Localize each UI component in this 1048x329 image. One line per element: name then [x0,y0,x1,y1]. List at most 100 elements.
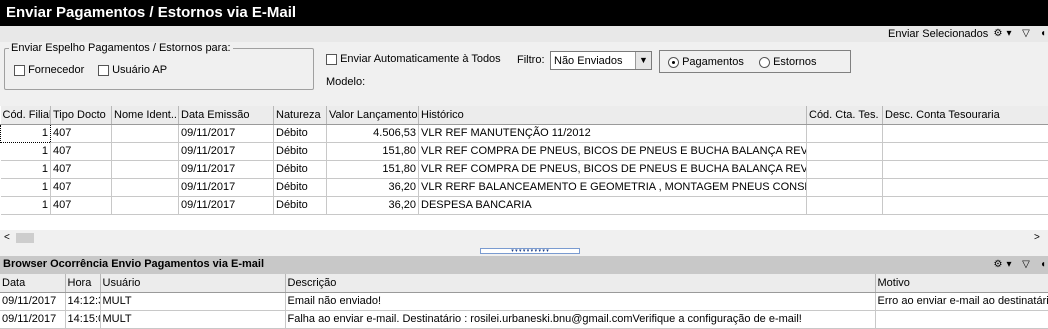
arrow-right-icon[interactable]: > [1034,232,1040,243]
cell[interactable]: 407 [50,178,112,197]
col-header[interactable]: Hora [65,274,101,293]
usuario-ap-checkbox[interactable]: Usuário AP [98,64,167,76]
cell[interactable]: MULT [100,310,286,329]
cell[interactable]: 151,80 [326,160,419,179]
cell[interactable]: Erro ao enviar e-mail ao destinatário [875,292,1048,311]
table-row[interactable]: 1 407 09/11/2017 Débito 151,80 VLR REF C… [0,160,1048,179]
filter-icon[interactable]: ▽ [1020,26,1032,42]
arrow-left-icon[interactable]: < [4,232,10,243]
cell[interactable]: 407 [50,124,112,143]
panel-splitter[interactable]: ▾ ▾ ▾ ▾ ▾ ▾ ▾ ▾ ▾ ▾ [0,246,1048,256]
cell[interactable] [111,124,179,143]
cell[interactable]: 1 [0,196,51,215]
cell[interactable]: 09/11/2017 [178,160,274,179]
cell[interactable]: VLR RERF BALANCEAMENTO E GEOMETRIA , MON… [418,178,807,197]
table-row[interactable]: 1 407 09/11/2017 Débito 36,20 DESPESA BA… [0,196,1048,215]
cell[interactable]: Débito [273,124,327,143]
cell[interactable]: 407 [50,142,112,161]
table-row[interactable]: 09/11/2017 14:15:0 MULT Falha ao enviar … [0,310,1048,329]
col-header[interactable]: Data Emissão [178,106,274,125]
cell[interactable]: 14:15:0 [65,310,101,329]
cell[interactable]: Débito [273,142,327,161]
cell[interactable]: MULT [100,292,286,311]
usuario-ap-label: Usuário AP [112,64,168,76]
cell[interactable] [806,142,883,161]
cell[interactable]: VLR REF COMPRA DE PNEUS, BICOS DE PNEUS … [418,142,807,161]
cell[interactable]: 1 [0,160,51,179]
grid-horizontal-scrollbar[interactable]: < > [0,230,1048,246]
col-header[interactable]: Natureza [273,106,327,125]
cell[interactable]: 36,20 [326,196,419,215]
cell[interactable]: DESPESA BANCARIA [418,196,807,215]
col-header[interactable]: Valor Lançamento [326,106,419,125]
scrollbar-thumb[interactable] [16,233,34,243]
col-header[interactable]: Histórico [418,106,807,125]
auto-send-checkbox[interactable]: Enviar Automaticamente à Todos [326,53,501,65]
col-header[interactable]: Cód. Cta. Tes. [806,106,883,125]
cell[interactable]: 1 [0,123,51,143]
clear-filter-icon[interactable]: ◖ [1038,26,1048,42]
cell[interactable]: 09/11/2017 [178,196,274,215]
cell[interactable]: 151,80 [326,142,419,161]
cell[interactable] [875,310,1048,329]
cell[interactable]: 407 [50,196,112,215]
col-header[interactable]: Usuário [100,274,286,293]
cell[interactable] [882,160,1048,179]
table-row[interactable]: 1 407 09/11/2017 Débito 4.506,53 VLR REF… [0,123,1048,143]
table-row[interactable]: 09/11/2017 14:12:3 MULT Email não enviad… [0,292,1048,311]
cell[interactable]: Débito [273,160,327,179]
table-row[interactable]: 1 407 09/11/2017 Débito 151,80 VLR REF C… [0,142,1048,161]
estornos-radio[interactable]: Estornos [759,56,816,68]
gear-icon[interactable]: ⚙ [992,257,1004,273]
cell[interactable] [882,124,1048,143]
cell[interactable] [806,124,883,143]
chevron-down-icon[interactable]: ▾ [1004,26,1014,42]
pagamentos-radio[interactable]: Pagamentos [668,56,744,68]
table-row[interactable]: 1 407 09/11/2017 Débito 36,20 VLR RERF B… [0,178,1048,197]
cell[interactable]: 09/11/2017 [178,124,274,143]
cell[interactable] [111,178,179,197]
cell[interactable] [806,196,883,215]
splitter-grip[interactable]: ▾ ▾ ▾ ▾ ▾ ▾ ▾ ▾ ▾ ▾ [480,248,580,254]
cell[interactable]: 09/11/2017 [0,310,66,329]
filter-icon[interactable]: ▽ [1020,257,1032,273]
cell[interactable]: VLR REF COMPRA DE PNEUS, BICOS DE PNEUS … [418,160,807,179]
col-header[interactable]: Descrição [285,274,876,293]
cell[interactable]: 1 [0,178,51,197]
filtro-select[interactable]: Não Enviados ▼ [550,51,652,70]
cell[interactable] [882,142,1048,161]
clear-filter-icon[interactable]: ◖ [1038,257,1048,273]
cell[interactable]: 09/11/2017 [178,142,274,161]
cell[interactable]: 36,20 [326,178,419,197]
col-header[interactable]: Tipo Docto [50,106,112,125]
cell[interactable]: Email não enviado! [285,292,876,311]
fornecedor-checkbox[interactable]: Fornecedor [14,64,84,76]
cell[interactable]: 09/11/2017 [0,292,66,311]
cell[interactable]: Débito [273,178,327,197]
cell[interactable]: 407 [50,160,112,179]
col-header[interactable]: Desc. Conta Tesouraria [882,106,1048,125]
cell[interactable] [111,142,179,161]
cell[interactable]: Débito [273,196,327,215]
cell[interactable] [882,178,1048,197]
col-header[interactable]: Motivo [875,274,1048,293]
gear-icon[interactable]: ⚙ [992,26,1004,42]
cell[interactable]: 4.506,53 [326,124,419,143]
chevron-down-icon[interactable]: ▼ [635,52,651,69]
col-header[interactable]: Cód. Filial [0,106,51,125]
cell[interactable]: VLR REF MANUTENÇÃO 11/2012 [418,124,807,143]
send-selected-button[interactable]: Enviar Selecionados [888,26,988,42]
cell[interactable]: Falha ao enviar e-mail. Destinatário : r… [285,310,876,329]
col-header[interactable]: Nome Ident... [111,106,179,125]
payments-grid: Cód. Filial Tipo Docto Nome Ident... Dat… [0,106,1048,230]
cell[interactable] [806,178,883,197]
cell[interactable] [111,160,179,179]
cell[interactable] [882,196,1048,215]
cell[interactable] [111,196,179,215]
col-header[interactable]: Data [0,274,66,293]
cell[interactable]: 09/11/2017 [178,178,274,197]
cell[interactable]: 1 [0,142,51,161]
cell[interactable]: 14:12:3 [65,292,101,311]
cell[interactable] [806,160,883,179]
chevron-down-icon[interactable]: ▾ [1004,257,1014,273]
